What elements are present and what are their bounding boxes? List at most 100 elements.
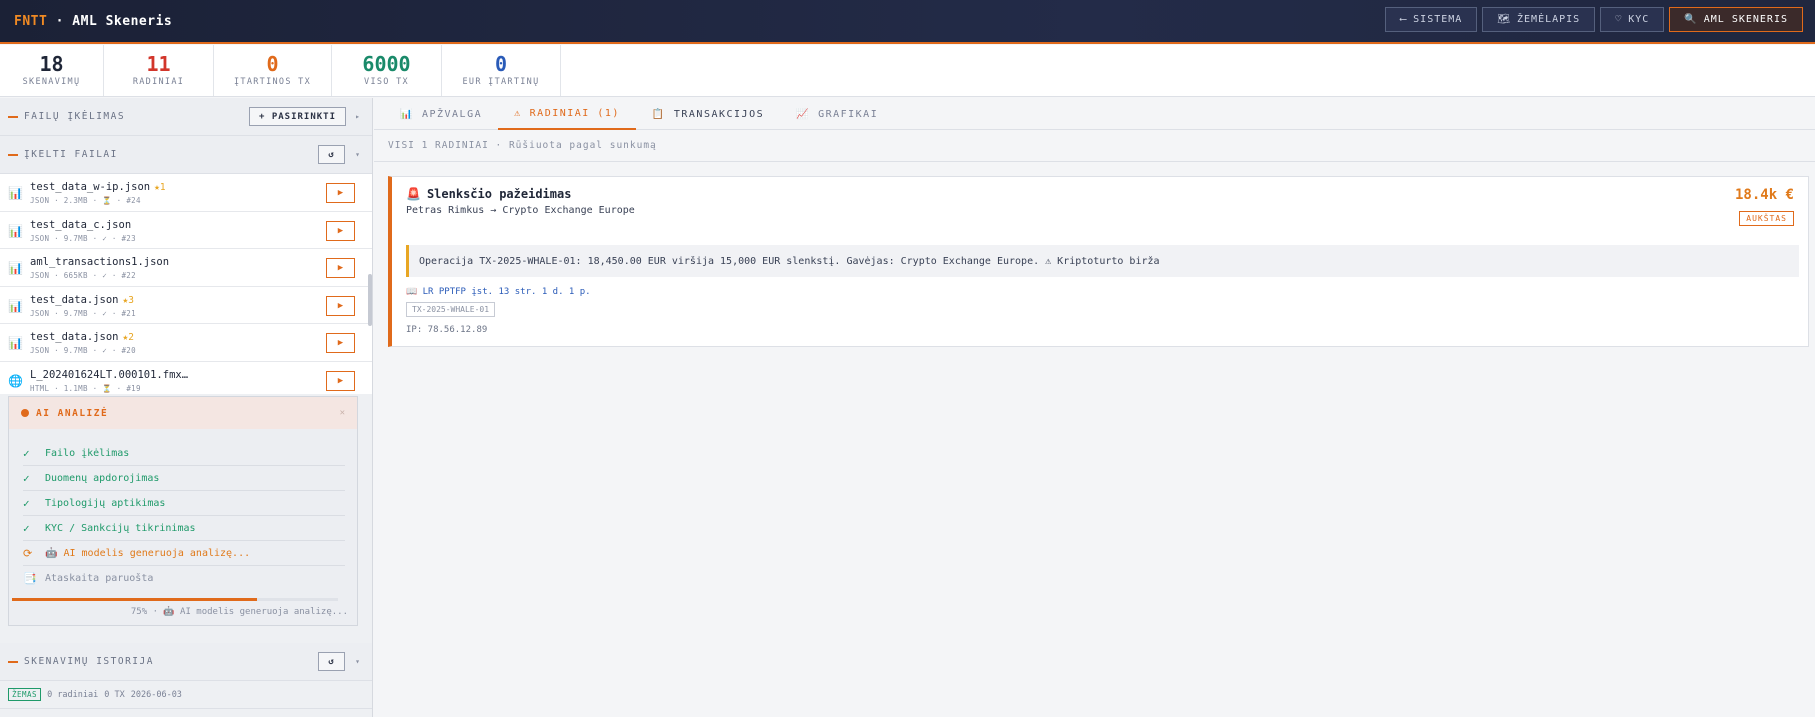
collapse-caret-icon[interactable]: ▾ — [355, 150, 360, 159]
back-arrow-icon: ⟵ — [1400, 14, 1408, 25]
finding-description: Operacija TX-2025-WHALE-01: 18,450.00 EU… — [406, 245, 1799, 277]
file-name-text: test_data_w-ip.json — [30, 181, 151, 193]
refresh-files-button[interactable]: ↺ — [318, 145, 345, 164]
run-scan-button[interactable]: ▶ — [326, 333, 355, 353]
file-list: 📊 test_data_w-ip.json ★1 JSON · 2.3MB · ⏳… — [0, 174, 372, 394]
step-kyc-sanctions: ✓ KYC / Sankcijų tikrinimas — [23, 516, 345, 541]
report-icon: 📑 — [23, 572, 37, 585]
check-icon: ✓ — [23, 496, 30, 510]
stat-eur-suspicious: 0 EUR ĮTARTINŲ — [442, 45, 561, 96]
spreadsheet-icon: 📊 — [8, 186, 23, 200]
nav-sistema-button[interactable]: ⟵ SISTEMA — [1385, 7, 1478, 32]
findings-subheader: VISI 1 RADINIAI · Rūšiuota pagal sunkumą — [374, 130, 1815, 162]
run-scan-button[interactable]: ▶ — [326, 295, 355, 316]
file-row[interactable]: 📊 test_data_c.json JSON · 9.7MB · ✓ · #2… — [0, 212, 372, 249]
nav-label: AML SKENERIS — [1703, 14, 1788, 25]
history-date: 2026-06-03 — [130, 689, 182, 700]
nav-label: KYC — [1628, 14, 1650, 25]
finding-amount: 18.4k € — [1734, 187, 1794, 203]
section-marker — [8, 115, 18, 118]
tab-label: GRAFIKAI — [818, 108, 879, 120]
finding-parties: Petras Rimkus → Crypto Exchange Europe — [406, 205, 635, 216]
history-tx: 0 TX — [104, 689, 125, 700]
collapse-caret-icon[interactable]: ▾ — [355, 657, 360, 666]
file-row[interactable]: 📊 aml_transactions1.json JSON · 665KB · … — [0, 249, 372, 287]
file-name-text: test_data.json — [30, 293, 119, 306]
file-meta: JSON · 665KB · ✓ · #22 — [30, 271, 136, 280]
run-scan-button[interactable]: ▶ — [326, 220, 355, 241]
stat-label: ĮTARTINOS TX — [233, 77, 311, 87]
nav-kyc-button[interactable]: ♡ KYC — [1600, 7, 1665, 32]
refresh-history-button[interactable]: ↺ — [318, 652, 345, 671]
stat-scans: 18 SKENAVIMŲ — [0, 45, 104, 96]
brand-separator: · — [47, 13, 73, 29]
run-scan-button[interactable]: ▶ — [326, 370, 355, 391]
tab-transactions[interactable]: 📋 TRANSAKCIJOS — [636, 98, 780, 130]
chart-icon: 📊 — [400, 108, 414, 120]
file-name: test_data.json ★3 — [30, 294, 134, 306]
stat-findings: 11 RADINIAI — [104, 45, 214, 96]
file-row[interactable]: 📊 test_data_w-ip.json ★1 JSON · 2.3MB · ⏳… — [0, 174, 372, 212]
run-scan-button[interactable]: ▶ — [326, 183, 355, 203]
section-title: FAILŲ ĮKĖLIMAS — [24, 111, 126, 122]
nav-aml-scanner-button[interactable]: 🔍 AML SKENERIS — [1669, 7, 1803, 32]
transaction-id-tag[interactable]: TX-2025-WHALE-01 — [406, 302, 496, 317]
search-icon: 🔍 — [1684, 14, 1698, 25]
top-nav: ⟵ SISTEMA 🗺 ŽEMĖLAPIS ♡ KYC 🔍 AML SKENERIS — [1385, 7, 1803, 32]
spreadsheet-icon: 📊 — [8, 223, 23, 238]
file-name: test_data_w-ip.json ★1 — [30, 181, 166, 193]
file-name-text: test_data_c.json — [30, 218, 132, 231]
tab-findings[interactable]: ⚠ RADINIAI (1) — [498, 98, 636, 130]
uploaded-files-header: ĮKELTI FAILAI ↺ ▾ — [0, 136, 372, 174]
file-meta: HTML · 1.1MB · ⏳ · #19 — [30, 383, 141, 393]
brand-accent: FNTT — [14, 13, 48, 29]
nav-map-button[interactable]: 🗺 ŽEMĖLAPIS — [1482, 7, 1596, 32]
step-data-processing: ✓ Duomenų apdorojimas — [23, 466, 345, 491]
stat-label: RADINIAI — [132, 77, 185, 87]
stat-suspicious-tx: 0 ĮTARTINOS TX — [214, 45, 332, 96]
stat-label: SKENAVIMŲ — [22, 77, 81, 87]
status-dot-icon — [21, 409, 29, 417]
choose-file-button[interactable]: + PASIRINKTI — [249, 107, 346, 126]
expand-caret-icon[interactable]: ▸ — [355, 112, 360, 121]
file-row[interactable]: 📊 test_data.json ★3 JSON · 9.7MB · ✓ · #2… — [0, 287, 372, 324]
spinner-icon: ⟳ — [23, 546, 33, 560]
file-row[interactable]: 📊 test_data.json ★2 JSON · 9.7MB · ✓ · #2… — [0, 324, 372, 362]
spreadsheet-icon: 📊 — [8, 336, 23, 350]
file-row[interactable]: 🌐 L_202401624LT.000101.fmx… HTML · 1.1MB… — [0, 362, 372, 395]
top-bar: FNTT · AML Skeneris ⟵ SISTEMA 🗺 ŽEMĖLAPIS … — [0, 0, 1815, 44]
ai-progress-text: 75% · 🤖 AI modelis generuoja analizę... — [130, 607, 348, 617]
ai-analysis-panel: AI ANALIZĖ ✕ ✓ Failo įkėlimas ✓ Duomenų ap… — [8, 396, 358, 626]
run-scan-button[interactable]: ▶ — [326, 258, 355, 278]
section-title: SKENAVIMŲ ISTORIJA — [24, 656, 154, 667]
history-row[interactable]: ŽEMAS 0 radiniai 0 TX 2026-06-03 — [0, 681, 372, 709]
clipboard-icon: 📋 — [651, 108, 666, 120]
tab-overview[interactable]: 📊 APŽVALGA — [384, 98, 498, 130]
tab-label: RADINIAI (1) — [529, 107, 620, 119]
ai-analysis-header: AI ANALIZĖ ✕ — [9, 397, 357, 429]
ai-analysis-title: AI ANALIZĖ — [36, 407, 109, 419]
graph-icon: 📈 — [796, 108, 811, 120]
nav-label: ŽEMĖLAPIS — [1517, 14, 1581, 25]
step-label: Duomenų apdorojimas — [45, 472, 160, 484]
risk-badge: ŽEMAS — [8, 688, 42, 701]
step-label: KYC / Sankcijų tikrinimas — [45, 522, 196, 534]
finding-title: 🚨 Slenksčio pažeidimas — [406, 187, 571, 201]
main-panel: 📊 APŽVALGA ⚠ RADINIAI (1) 📋 TRANSAKCIJOS 📈 G… — [374, 98, 1815, 717]
check-icon: ✓ — [23, 521, 30, 535]
app-title: FNTT · AML Skeneris — [14, 14, 172, 29]
file-meta: JSON · 9.7MB · ✓ · #23 — [30, 233, 136, 243]
progress-fill — [12, 598, 257, 601]
file-meta: JSON · 9.7MB · ✓ · #21 — [30, 308, 136, 318]
file-name: aml_transactions1.json — [30, 256, 173, 268]
step-label: Failo įkėlimas — [45, 447, 130, 459]
close-icon[interactable]: ✕ — [340, 408, 345, 418]
brand-title: AML Skeneris — [72, 13, 173, 29]
heart-icon: ♡ — [1615, 14, 1623, 25]
law-reference-link[interactable]: 📖 LR PPTFP įst. 13 str. 1 d. 1 p. — [406, 287, 591, 297]
file-name-text: aml_transactions1.json — [30, 256, 170, 268]
file-list-scrollbar[interactable] — [368, 274, 372, 326]
stat-value: 6000 — [362, 52, 411, 76]
finding-card[interactable]: 🚨 Slenksčio pažeidimas Petras Rimkus → Cr… — [388, 176, 1809, 347]
tab-charts[interactable]: 📈 GRAFIKAI — [780, 98, 894, 130]
